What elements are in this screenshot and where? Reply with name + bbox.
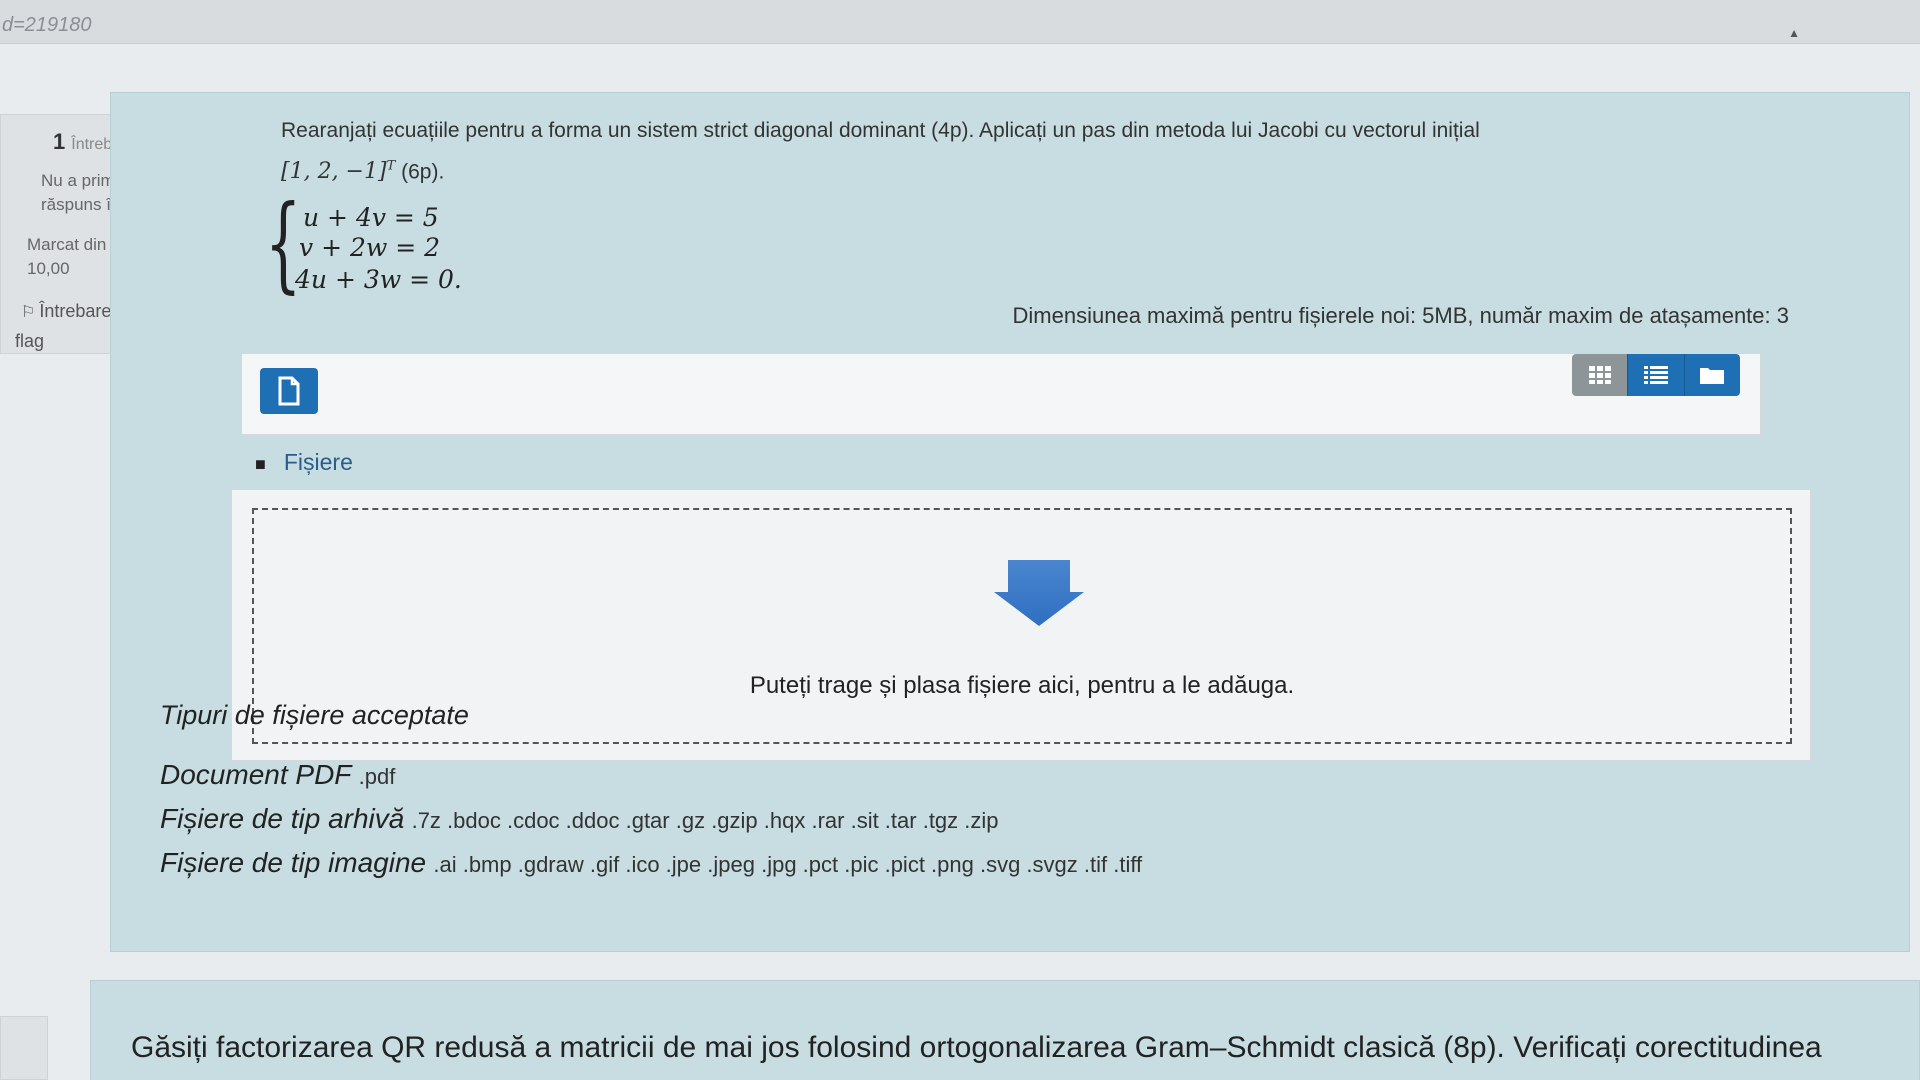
file-type-row: Fișiere de tip imagine .ai .bmp .gdraw .… (160, 847, 1143, 878)
equation-2: v + 2w = 2 (299, 233, 441, 262)
vector-points: (6p). (401, 160, 445, 184)
file-icon (278, 376, 300, 406)
arrow-down-icon (994, 560, 1084, 626)
add-file-button[interactable] (260, 368, 318, 414)
view-tree-button[interactable] (1683, 354, 1740, 396)
view-mode-buttons (1572, 354, 1740, 396)
flag-icon: ⚐ (21, 304, 36, 321)
scroll-up-icon[interactable]: ▲ (1788, 26, 1800, 40)
url-fragment: d=219180 (2, 14, 92, 36)
breadcrumb[interactable]: ■ Fișiere (255, 449, 353, 476)
view-grid-button[interactable] (1572, 354, 1628, 396)
next-question-formulation: Găsiți factorizarea QR redusă a matricii… (90, 980, 1920, 1080)
grid-icon (1588, 366, 1611, 384)
list-icon (1643, 366, 1668, 384)
drop-instructions: Puteți trage și plasa fișiere aici, pent… (749, 672, 1295, 699)
accepted-file-types: Tipuri de fișiere acceptate Document PDF… (160, 700, 1142, 891)
address-bar[interactable]: d=219180 ▲ (0, 0, 1920, 44)
question-text: Rearanjați ecuațiile pentru a forma un s… (281, 119, 1480, 185)
folder-icon (1700, 368, 1725, 384)
equation-3: 4u + 3w = 0. (295, 265, 462, 294)
file-type-row: Fișiere de tip arhivă .7z .bdoc .cdoc .d… (160, 803, 999, 834)
next-question-text: Găsiți factorizarea QR redusă a matricii… (131, 1031, 1822, 1064)
file-type-row: Document PDF .pdf (160, 759, 396, 790)
equation-system: { u + 4v = 5 v + 2w = 2 4u + 3w = 0. (265, 191, 525, 299)
folder-icon: ■ (255, 454, 266, 474)
accepted-types-title: Tipuri de fișiere acceptate (160, 700, 469, 730)
max-file-size-note: Dimensiunea maximă pentru fișierele noi:… (1012, 303, 1789, 328)
equation-1: u + 4v = 5 (303, 203, 439, 232)
file-manager-toolbar (241, 353, 1761, 435)
next-question-info (0, 1016, 48, 1080)
initial-vector: [1, 2, −1]T (281, 159, 396, 185)
view-list-button[interactable] (1627, 354, 1684, 396)
